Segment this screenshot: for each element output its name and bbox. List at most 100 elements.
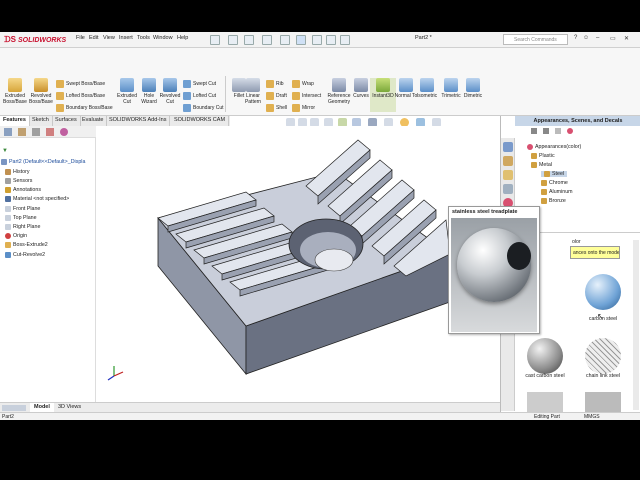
minimize-icon[interactable]: –: [596, 35, 599, 41]
sw-resources-icon[interactable]: [503, 142, 513, 152]
file-properties-icon[interactable]: [326, 35, 336, 45]
menu-edit[interactable]: Edit: [89, 35, 98, 41]
thumbnail-carbon-steel[interactable]: [585, 274, 621, 310]
intersect-icon: [292, 92, 300, 100]
swept-boss-button[interactable]: Swept Boss/Base: [56, 80, 113, 88]
tree-item-origin[interactable]: Origin: [5, 233, 27, 239]
extruded-boss-button[interactable]: Extruded Boss/Base: [2, 78, 28, 105]
menu-insert[interactable]: Insert: [119, 35, 133, 41]
menu-tools[interactable]: Tools: [137, 35, 150, 41]
options-gear-icon[interactable]: [340, 35, 350, 45]
tab-addins[interactable]: SOLIDWORKS Add-Ins: [106, 116, 171, 126]
tp-tree-aluminum[interactable]: Aluminum: [541, 189, 573, 195]
boundary-boss-button[interactable]: Boundary Boss/Base: [56, 104, 113, 112]
tab-surfaces[interactable]: Surfaces: [52, 116, 81, 126]
status-units[interactable]: MMGS: [584, 414, 600, 420]
thumbnail-partial[interactable]: [527, 392, 563, 412]
menu-window[interactable]: Window: [153, 35, 173, 41]
view-palette-icon[interactable]: [503, 184, 513, 194]
shell-button[interactable]: Shell: [266, 104, 287, 112]
menu-help[interactable]: Help: [177, 35, 188, 41]
revolved-boss-button[interactable]: Revolved Boss/Base: [28, 78, 54, 105]
appearances-folder-icon: [527, 144, 533, 150]
search-commands-input[interactable]: Search Commands: [503, 34, 568, 45]
isometric-button[interactable]: Isometric: [414, 78, 440, 99]
print-icon[interactable]: [262, 35, 272, 45]
preview-image: [451, 218, 537, 332]
intersect-button[interactable]: Intersect: [292, 92, 321, 100]
tree-item-front-plane[interactable]: Front Plane: [5, 206, 40, 212]
boundary-cut-button[interactable]: Boundary Cut: [183, 104, 224, 112]
configuration-manager-icon[interactable]: [32, 128, 40, 136]
popup-title: stainless steel treadplate: [452, 209, 518, 215]
close-icon[interactable]: ✕: [624, 35, 629, 42]
property-manager-icon[interactable]: [18, 128, 26, 136]
tp-tree-chrome[interactable]: Chrome: [541, 180, 568, 186]
design-library-icon[interactable]: [503, 156, 513, 166]
dimxpert-icon[interactable]: [46, 128, 54, 136]
folder-icon: [544, 171, 550, 177]
tp-tree-appearances[interactable]: Appearances(color): [527, 144, 581, 150]
part-model-view[interactable]: [96, 126, 500, 402]
thumbnails-scrollbar[interactable]: [633, 240, 639, 410]
lofted-boss-button[interactable]: Lofted Boss/Base: [56, 92, 113, 100]
tp-tree-plastic[interactable]: Plastic: [531, 153, 555, 159]
color-wheel-icon[interactable]: [567, 128, 573, 134]
tree-item-label: Top Plane: [13, 215, 37, 221]
linear-pattern-button[interactable]: Linear Pattern: [240, 78, 266, 105]
display-manager-icon[interactable]: [60, 128, 68, 136]
tab-features[interactable]: Features: [0, 116, 30, 126]
tree-item-sensors[interactable]: Sensors: [5, 178, 32, 184]
curves-icon: [354, 78, 368, 92]
save-icon[interactable]: [244, 35, 254, 45]
solidworks-logo[interactable]: ᗪS SOLIDWORKS: [4, 34, 66, 46]
menu-file[interactable]: File: [76, 35, 85, 41]
tree-item-cut-revolve2[interactable]: Cut-Revolve2: [5, 252, 45, 258]
swept-boss-icon: [56, 80, 64, 88]
tree-item-material[interactable]: Material <not specified>: [5, 196, 69, 202]
tree-root-part[interactable]: Part2 (Default<<Default>_Displa: [1, 159, 85, 165]
up-icon[interactable]: [555, 128, 561, 134]
select-icon[interactable]: [296, 35, 306, 45]
menu-view[interactable]: View: [103, 35, 115, 41]
filter-icon[interactable]: ▼: [2, 148, 8, 154]
tree-item-annotations[interactable]: Annotations: [5, 187, 41, 193]
instant3d-icon: [376, 78, 390, 92]
undo-icon[interactable]: [280, 35, 290, 45]
rib-button[interactable]: Rib: [266, 80, 287, 88]
restore-icon[interactable]: ▭: [610, 35, 616, 42]
hole-wizard-icon: [142, 78, 156, 92]
home-icon[interactable]: [210, 35, 220, 45]
revolved-cut-button[interactable]: Revolved Cut: [157, 78, 183, 105]
mirror-button[interactable]: Mirror: [292, 104, 321, 112]
user-icon[interactable]: ☺: [583, 35, 589, 41]
lofted-cut-button[interactable]: Lofted Cut: [183, 92, 224, 100]
back-icon[interactable]: [531, 128, 537, 134]
tree-item-top-plane[interactable]: Top Plane: [5, 215, 37, 221]
file-explorer-icon[interactable]: [503, 170, 513, 180]
draft-button[interactable]: Draft: [266, 92, 287, 100]
tab-sketch[interactable]: Sketch: [29, 116, 53, 126]
feature-manager-icon[interactable]: [4, 128, 12, 136]
graphics-area[interactable]: [96, 126, 500, 402]
wrap-button[interactable]: Wrap: [292, 80, 321, 88]
tree-item-label: Annotations: [13, 187, 41, 193]
tab-cam[interactable]: SOLIDWORKS CAM: [171, 116, 230, 126]
tab-scroll-arrows-icon[interactable]: [2, 405, 26, 411]
tree-item-boss-extrude2[interactable]: Boss-Extrude2: [5, 242, 48, 248]
tab-evaluate[interactable]: Evaluate: [79, 116, 108, 126]
dimetric-button[interactable]: Dimetric: [460, 78, 486, 99]
help-icon[interactable]: ?: [574, 35, 577, 41]
new-document-icon[interactable]: [228, 35, 238, 45]
forward-icon[interactable]: [543, 128, 549, 134]
tp-tree-metal[interactable]: Metal: [531, 162, 552, 168]
swept-cut-button[interactable]: Swept Cut: [183, 80, 224, 88]
tree-item-right-plane[interactable]: Right Plane: [5, 224, 40, 230]
thumbnail-chain-link-steel[interactable]: [585, 338, 621, 374]
tp-tree-bronze[interactable]: Bronze: [541, 198, 566, 204]
rebuild-icon[interactable]: [312, 35, 322, 45]
tp-tree-steel[interactable]: Steel: [541, 171, 568, 177]
tree-item-history[interactable]: History: [5, 169, 29, 175]
thumbnail-cast-carbon-steel[interactable]: [527, 338, 563, 374]
thumbnail-partial[interactable]: [585, 392, 621, 412]
